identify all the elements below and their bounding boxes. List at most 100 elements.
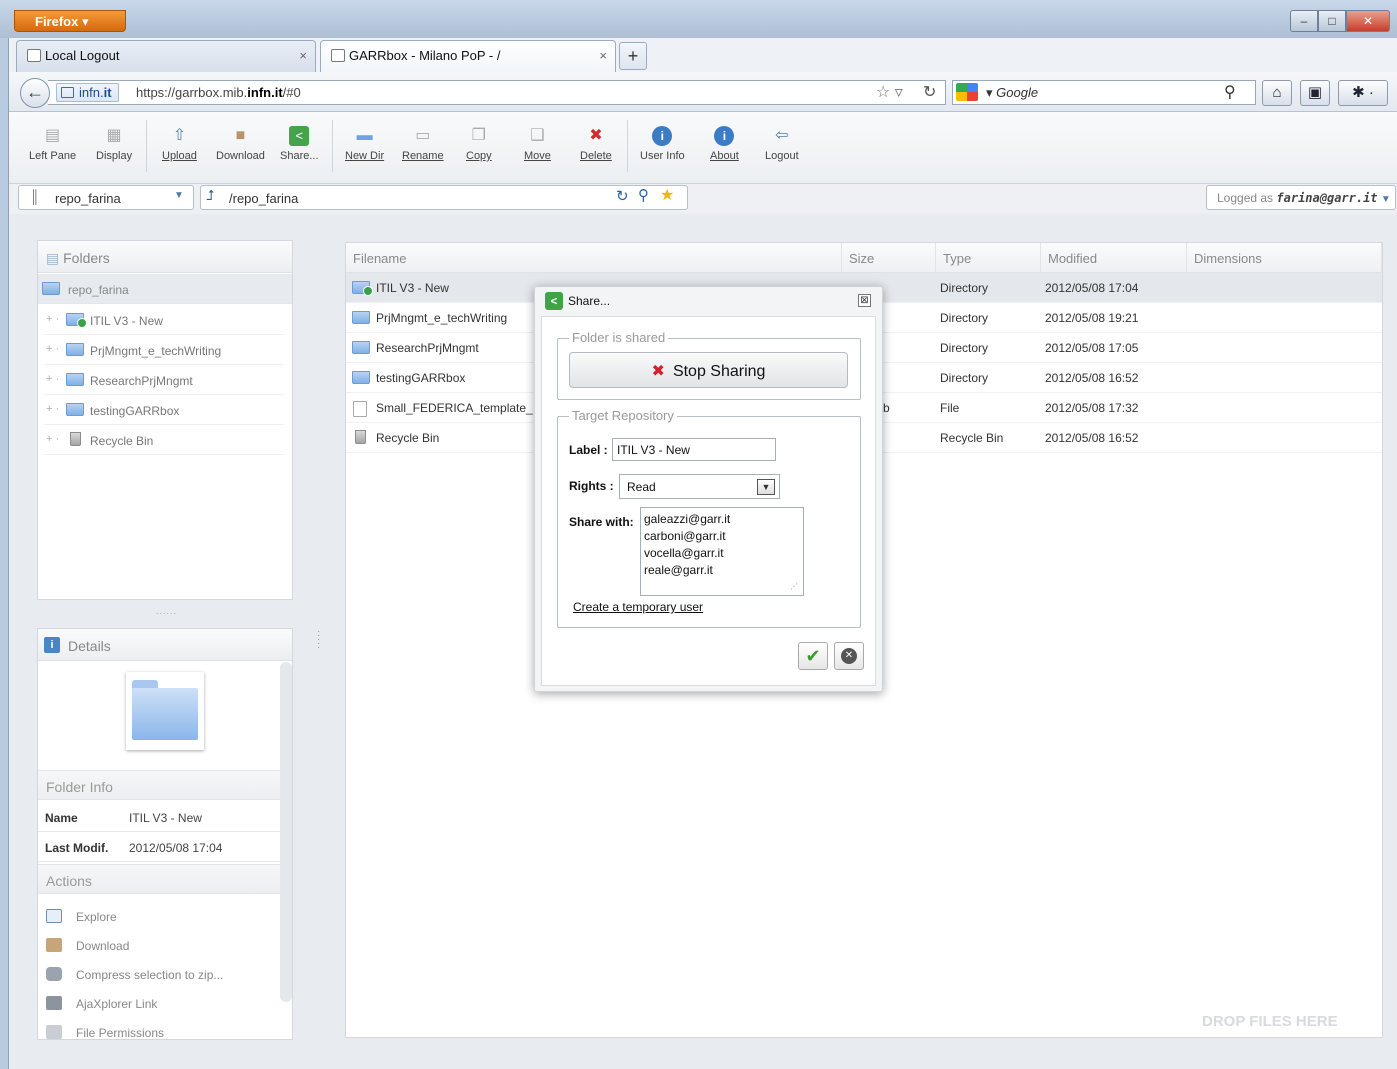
column-size[interactable]: Size bbox=[842, 243, 936, 273]
cancel-button[interactable]: ✕ bbox=[834, 642, 864, 670]
minimize-button[interactable]: – bbox=[1290, 10, 1318, 32]
expand-plus-icon[interactable]: + · bbox=[46, 403, 59, 415]
shared-folder-icon bbox=[66, 313, 87, 328]
tab-local-logout[interactable]: Local Logout × bbox=[16, 40, 316, 72]
expand-plus-icon[interactable]: + · bbox=[46, 313, 59, 325]
tree-item[interactable]: + · ITIL V3 - New bbox=[44, 305, 284, 335]
repository-icon: ║ bbox=[30, 189, 40, 204]
upload-button[interactable]: ⇧ Upload bbox=[162, 126, 197, 162]
recycle-bin-icon bbox=[355, 430, 366, 444]
chevron-down-icon[interactable]: ▼ bbox=[757, 479, 775, 495]
folder-icon bbox=[66, 403, 84, 416]
action-ajaxplorer-link[interactable]: AjaXplorer Link bbox=[46, 996, 157, 1011]
info-icon: i bbox=[714, 126, 735, 146]
chevron-down-icon[interactable]: ▼ bbox=[174, 190, 184, 201]
action-compress[interactable]: Compress selection to zip... bbox=[46, 967, 223, 982]
action-file-permissions[interactable]: File Permissions bbox=[46, 1025, 164, 1040]
info-icon: i bbox=[44, 637, 60, 653]
copy-button[interactable]: ❐ Copy bbox=[466, 126, 492, 162]
move-button[interactable]: ❑ Move bbox=[524, 126, 551, 162]
google-logo-icon[interactable] bbox=[956, 83, 978, 101]
download-button[interactable]: ■ Download bbox=[216, 126, 265, 162]
stop-x-icon: ✖ bbox=[651, 363, 665, 380]
upload-icon: ⇧ bbox=[172, 127, 187, 144]
parent-folder-icon[interactable]: ⮥ bbox=[206, 187, 214, 204]
tab-garrbox[interactable]: GARRbox - Milano PoP - / × bbox=[320, 40, 616, 72]
shared-legend: Folder is shared bbox=[569, 330, 669, 345]
label-caption: Label : bbox=[569, 443, 608, 457]
folder-preview-icon bbox=[126, 672, 204, 750]
info-icon: i bbox=[652, 126, 673, 146]
tree-item[interactable]: + · PrjMngmt_e_techWriting bbox=[44, 335, 284, 365]
explore-icon bbox=[46, 909, 62, 923]
search-input[interactable]: ▾ Google bbox=[986, 85, 1038, 101]
bookmarks-icon: ▣ bbox=[1307, 84, 1323, 101]
maximize-button[interactable]: □ bbox=[1318, 10, 1346, 32]
logout-button[interactable]: ⇦ Logout bbox=[765, 126, 799, 162]
dialog-title: Share... bbox=[568, 294, 611, 308]
new-dir-button[interactable]: ▬ New Dir bbox=[345, 126, 384, 162]
rename-button[interactable]: ▭ Rename bbox=[402, 126, 444, 162]
share-icon: < bbox=[545, 292, 563, 310]
details-scrollbar[interactable] bbox=[280, 662, 292, 1002]
checkmark-icon: ✔ bbox=[805, 646, 821, 666]
create-temporary-user-link[interactable]: Create a temporary user bbox=[573, 600, 703, 614]
bookmark-star-icon[interactable]: ☆ ▿ bbox=[876, 82, 903, 102]
tree-item[interactable]: + · testingGARRbox bbox=[44, 395, 284, 425]
column-filename[interactable]: Filename bbox=[346, 243, 842, 273]
search-icon[interactable]: ⚲ bbox=[638, 186, 649, 204]
back-button[interactable]: ← bbox=[20, 78, 50, 108]
action-explore[interactable]: Explore bbox=[46, 909, 117, 924]
column-dimensions[interactable]: Dimensions bbox=[1187, 243, 1382, 273]
share-button[interactable]: < Share... bbox=[280, 126, 319, 162]
expand-plus-icon[interactable]: + · bbox=[46, 373, 59, 385]
left-pane-icon: ▤ bbox=[44, 127, 61, 144]
favorite-star-icon[interactable]: ★ bbox=[660, 185, 674, 205]
share-icon: < bbox=[289, 126, 310, 146]
tab-close-icon[interactable]: × bbox=[299, 48, 307, 63]
actions-header: Actions bbox=[38, 864, 280, 894]
reload-icon[interactable]: ↻ bbox=[923, 82, 936, 102]
close-window-button[interactable]: ✕ bbox=[1346, 10, 1390, 32]
home-button[interactable]: ⌂ bbox=[1262, 80, 1292, 106]
vertical-splitter[interactable]: · · · · · bbox=[317, 627, 320, 653]
window-titlebar bbox=[0, 0, 1397, 38]
display-button[interactable]: ▦ Display bbox=[96, 126, 132, 162]
confirm-button[interactable]: ✔ bbox=[798, 642, 828, 670]
firefox-menu-button[interactable]: Firefox ▾ bbox=[14, 10, 126, 32]
download-icon bbox=[46, 938, 62, 952]
tree-root-repo[interactable]: repo_farina bbox=[38, 274, 292, 304]
bookmarks-button[interactable]: ▣ bbox=[1300, 80, 1330, 106]
column-modified[interactable]: Modified bbox=[1041, 243, 1187, 273]
refresh-icon[interactable]: ↻ bbox=[616, 187, 629, 205]
about-button[interactable]: i About bbox=[710, 126, 739, 162]
tree-item[interactable]: + · ResearchPrjMngmt bbox=[44, 365, 284, 395]
cancel-x-icon: ✕ bbox=[841, 648, 857, 664]
tree-item[interactable]: + · Recycle Bin bbox=[44, 425, 284, 455]
dialog-close-icon[interactable]: ⊠ bbox=[858, 294, 871, 307]
rights-select[interactable]: Read bbox=[619, 474, 780, 499]
user-menu[interactable]: Logged as farina@garr.it ▼ bbox=[1206, 185, 1396, 210]
resize-grip-icon[interactable]: ⋰ bbox=[790, 582, 798, 591]
search-magnifier-icon[interactable]: ⚲ bbox=[1224, 82, 1236, 102]
action-download[interactable]: Download bbox=[46, 938, 129, 953]
delete-button[interactable]: ✖ Delete bbox=[580, 126, 612, 162]
repository-select[interactable]: repo_farina bbox=[18, 185, 194, 210]
extension-button[interactable]: ✱ · bbox=[1338, 80, 1388, 106]
share-with-textarea[interactable]: galeazzi@garr.it carboni@garr.it vocella… bbox=[640, 507, 804, 596]
tab-close-icon[interactable]: × bbox=[599, 48, 607, 63]
user-info-button[interactable]: i User Info bbox=[640, 126, 685, 162]
toolbar-separator bbox=[146, 120, 147, 172]
expand-plus-icon[interactable]: + · bbox=[46, 343, 59, 355]
label-input[interactable]: ITIL V3 - New bbox=[612, 438, 776, 461]
stop-sharing-button[interactable]: ✖ Stop Sharing bbox=[569, 352, 848, 388]
path-input[interactable]: /repo_farina bbox=[200, 185, 688, 210]
share-with-caption: Share with: bbox=[569, 515, 634, 529]
new-tab-button[interactable]: + bbox=[619, 42, 647, 70]
left-pane-button[interactable]: ▤ Left Pane bbox=[29, 126, 76, 162]
column-type[interactable]: Type bbox=[936, 243, 1041, 273]
url-text[interactable]: https://garrbox.mib.infn.it/#0 bbox=[136, 85, 301, 100]
expand-plus-icon[interactable]: + · bbox=[46, 433, 59, 445]
site-identity-button[interactable]: infn.it bbox=[56, 83, 119, 102]
horizontal-splitter[interactable]: ...... bbox=[156, 606, 177, 616]
